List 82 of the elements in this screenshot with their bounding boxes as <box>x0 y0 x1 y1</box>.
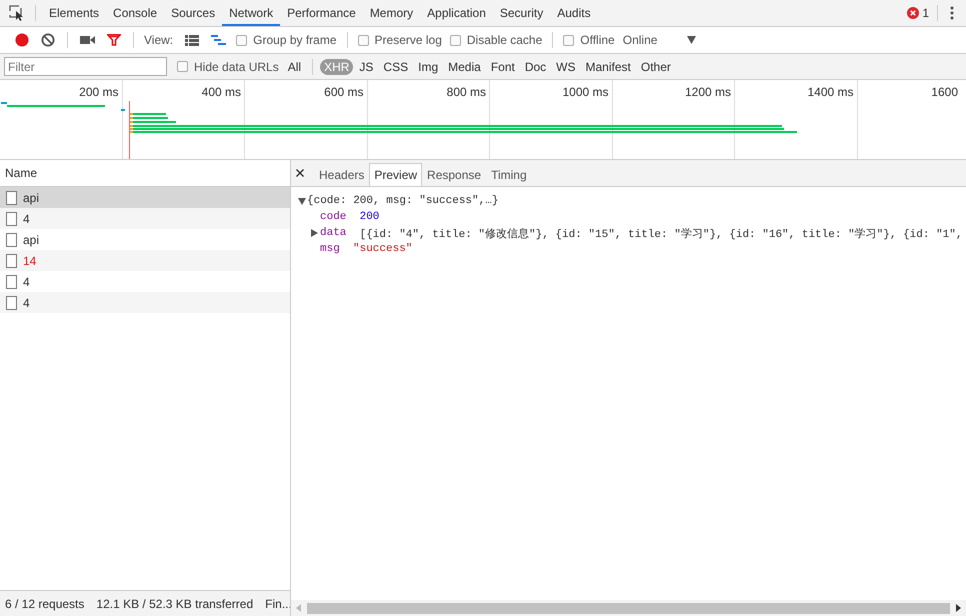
detail-tab[interactable]: Headers <box>314 163 370 186</box>
status-text: 6 / 12 requests <box>5 596 84 610</box>
video-camera-icon[interactable] <box>80 35 95 45</box>
funnel-icon[interactable] <box>107 34 121 46</box>
json-key: code <box>320 211 346 223</box>
checkbox[interactable] <box>177 61 188 72</box>
time-tick-label: 1400 ms <box>807 85 854 100</box>
panel-tab[interactable]: Console <box>106 0 164 26</box>
dropdown-caret-icon <box>687 36 696 44</box>
scroll-right-arrow-icon[interactable] <box>956 604 961 612</box>
resource-type-filter[interactable]: CSS <box>379 58 412 74</box>
resource-type-filter[interactable]: All <box>284 58 306 74</box>
time-tick-label: 1600 <box>931 85 958 100</box>
checkbox[interactable] <box>563 34 574 46</box>
throttling-dropdown[interactable]: Online <box>622 33 696 47</box>
clear-icon[interactable] <box>41 33 55 47</box>
resource-type-filter[interactable]: Manifest <box>582 58 635 74</box>
filter-input[interactable]: Filter <box>4 57 167 76</box>
request-row[interactable]: api <box>0 229 290 250</box>
detail-tab[interactable]: Response <box>422 163 486 186</box>
checkbox[interactable] <box>358 34 369 46</box>
panel-tab[interactable]: Security <box>492 0 550 26</box>
detail-tab[interactable]: Timing <box>486 163 532 186</box>
close-icon[interactable] <box>296 169 304 177</box>
resource-type-filter[interactable]: Img <box>414 58 442 74</box>
json-key: msg <box>320 243 340 255</box>
json-key: data <box>320 227 346 239</box>
resource-type-filter[interactable]: Doc <box>520 58 550 74</box>
resource-type-filter[interactable]: Other <box>636 58 675 74</box>
checkbox-label[interactable]: Disable cache <box>466 33 542 47</box>
waterfall-icon[interactable] <box>211 34 226 46</box>
json-value: 200 <box>360 211 380 223</box>
document-icon <box>6 190 17 204</box>
request-row[interactable]: 4 <box>0 271 290 292</box>
panel-tab[interactable]: Memory <box>362 0 420 26</box>
time-tick-label: 600 ms <box>324 85 364 100</box>
checkbox[interactable] <box>236 34 248 46</box>
panel-tab[interactable]: Audits <box>550 0 598 26</box>
record-icon[interactable] <box>15 33 29 47</box>
load-event-line <box>129 101 130 159</box>
request-row[interactable]: api <box>0 187 290 208</box>
status-text: 12.1 KB / 52.3 KB transferred <box>96 596 254 610</box>
time-tick-label: 1000 ms <box>562 85 608 100</box>
json-value: [{id: "4", title: "修改信息"}, {id: "15", title: "学习"}, {id: "16", title: "学习"}, {id: "1", <box>360 227 962 240</box>
document-icon <box>6 212 17 226</box>
resource-type-filter[interactable]: Font <box>486 58 519 74</box>
error-count[interactable]: 1 <box>922 6 929 20</box>
panel-tab[interactable]: Application <box>420 0 493 26</box>
document-icon <box>6 274 17 288</box>
checkbox[interactable] <box>450 34 461 46</box>
checkbox-label[interactable]: Offline <box>580 33 615 47</box>
document-icon <box>6 254 17 268</box>
inspect-icon[interactable] <box>9 5 25 21</box>
panel-tab[interactable]: Elements <box>42 0 106 26</box>
expand-triangle-icon[interactable] <box>298 198 306 204</box>
resource-type-filter[interactable]: Media <box>444 58 485 74</box>
time-tick-label: 1200 ms <box>684 85 731 100</box>
request-row[interactable]: 4 <box>0 208 290 229</box>
request-row[interactable]: 14 <box>0 250 290 271</box>
json-summary: {code: 200, msg: "success",…} <box>307 195 498 207</box>
checkbox-label[interactable]: Hide data URLs <box>194 60 279 74</box>
more-menu-icon[interactable] <box>950 6 954 20</box>
scrollbar-thumb[interactable] <box>307 602 950 614</box>
expand-triangle-icon[interactable] <box>311 229 318 237</box>
request-row[interactable]: 4 <box>0 292 290 313</box>
panel-tab[interactable]: Performance <box>280 0 363 26</box>
checkbox-label[interactable]: Preserve log <box>374 33 442 47</box>
error-icon <box>907 7 920 19</box>
time-tick-label: 200 ms <box>79 85 118 100</box>
checkbox-label[interactable]: Group by frame <box>253 33 337 47</box>
document-icon <box>6 232 17 246</box>
json-value: "success" <box>353 243 412 255</box>
document-icon <box>6 296 17 310</box>
detail-tab[interactable]: Preview <box>369 163 422 186</box>
time-tick-label: 800 ms <box>446 85 486 100</box>
time-tick-label: 400 ms <box>202 85 241 100</box>
resource-type-filter[interactable]: JS <box>355 58 378 74</box>
panel-tab[interactable]: Network <box>222 0 280 26</box>
panel-tab[interactable]: Sources <box>164 0 222 26</box>
view-label: View: <box>144 33 174 47</box>
resource-type-filter[interactable]: WS <box>552 58 580 74</box>
list-view-icon[interactable] <box>185 34 200 46</box>
